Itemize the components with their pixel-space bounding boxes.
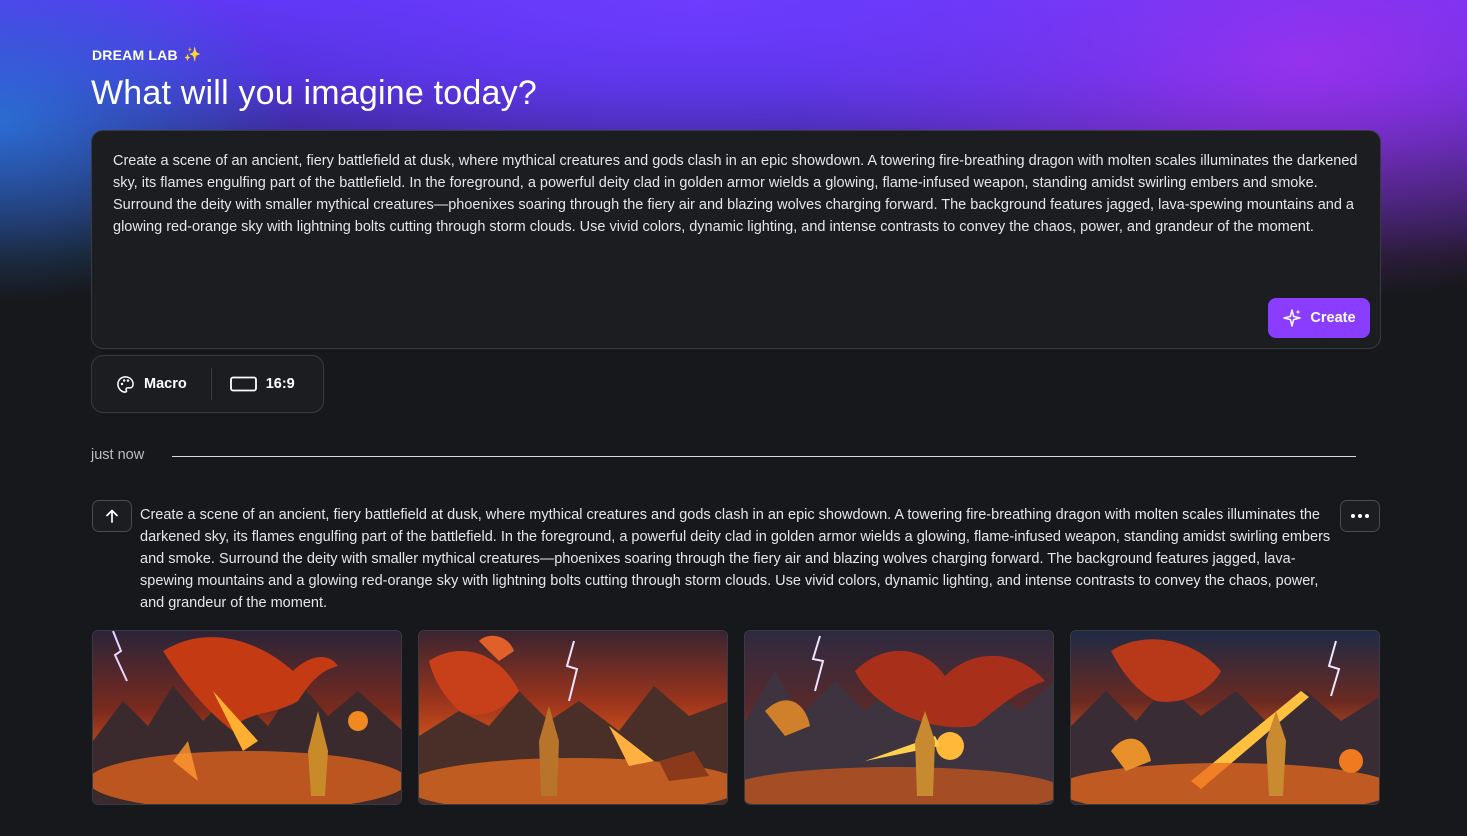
dream-lab-label: DREAM LAB ✨: [92, 46, 201, 63]
sparkles-icon: ✨: [183, 46, 202, 62]
history-timestamp: just now: [91, 447, 145, 463]
generated-image-4[interactable]: [1070, 630, 1380, 805]
style-selector[interactable]: Macro: [92, 356, 211, 412]
aspect-ratio-label: 16:9: [265, 376, 295, 392]
arrow-up-icon: [106, 509, 118, 523]
aspect-ratio-selector[interactable]: 16:9: [212, 356, 295, 412]
create-button[interactable]: Create: [1268, 298, 1370, 338]
more-horizontal-icon: [1351, 514, 1369, 518]
dream-lab-page: DREAM LAB ✨ What will you imagine today?…: [0, 0, 1467, 836]
magic-sparkle-icon: [1283, 309, 1302, 327]
prompt-textarea[interactable]: Create a scene of an ancient, fiery batt…: [113, 150, 1363, 238]
reuse-prompt-button[interactable]: [92, 500, 132, 532]
style-label: Macro: [144, 376, 187, 392]
generated-image-3[interactable]: [744, 630, 1054, 805]
page-title: What will you imagine today?: [91, 74, 537, 112]
generated-results-grid: [92, 630, 1380, 805]
palette-icon: [117, 375, 134, 393]
history-prompt-text: Create a scene of an ancient, fiery batt…: [140, 507, 1331, 611]
prompt-input-box[interactable]: Create a scene of an ancient, fiery batt…: [91, 130, 1381, 349]
generated-image-1[interactable]: [92, 630, 402, 805]
create-button-label: Create: [1310, 310, 1356, 326]
generated-image-2[interactable]: [418, 630, 728, 805]
aspect-ratio-icon: [229, 376, 257, 392]
eyebrow-text: DREAM LAB: [92, 46, 178, 63]
more-options-button[interactable]: [1340, 500, 1380, 532]
generation-options-bar: Macro 16:9: [91, 355, 324, 413]
history-divider: [172, 456, 1356, 457]
